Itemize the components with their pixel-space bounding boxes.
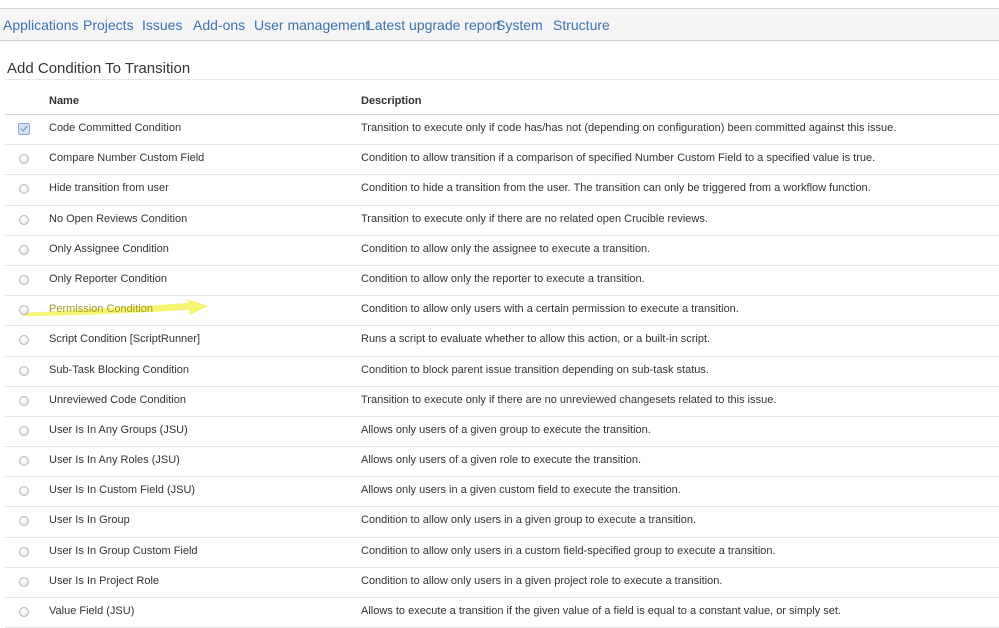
column-header-name: Name: [49, 95, 79, 107]
table-row[interactable]: User Is In Custom Field (JSU) Allows only…: [5, 477, 999, 508]
condition-radio[interactable]: [19, 335, 29, 346]
condition-radio[interactable]: [19, 607, 29, 617]
table-row[interactable]: Only Assignee Condition Condition to allo…: [5, 236, 999, 266]
top-strip: [0, 0, 999, 8]
table-row[interactable]: Unreviewed Code Condition Transition to e…: [5, 387, 999, 417]
table-row[interactable]: User Is In Any Groups (JSU) Allows only u…: [5, 417, 999, 448]
condition-name: Value Field (JSU): [49, 605, 135, 617]
condition-name: Code Committed Condition: [49, 122, 182, 134]
condition-checkbox-checked[interactable]: [18, 123, 30, 135]
table-row[interactable]: User Is In Group Condition to allow only …: [5, 507, 999, 538]
condition-radio[interactable]: [19, 214, 29, 225]
column-header-description: Description: [361, 95, 422, 107]
nav-issues[interactable]: Issues: [142, 17, 182, 33]
table-row[interactable]: User Is In Any Roles (JSU) Allows only us…: [5, 447, 999, 478]
condition-description: Allows only users of a given role to exe…: [361, 454, 642, 467]
table-header: Name Description: [5, 85, 999, 115]
condition-name: User Is In Group: [49, 514, 130, 527]
condition-radio[interactable]: [19, 395, 29, 406]
condition-description: Condition to allow only users with a cer…: [361, 303, 739, 316]
condition-name: User Is In Any Roles (JSU): [49, 454, 180, 467]
condition-name: Script Condition [ScriptRunner]: [49, 333, 201, 346]
condition-description: Condition to hide a transition from the …: [361, 182, 871, 195]
table-row[interactable]: Code Committed Condition Transition to ex…: [5, 115, 999, 146]
table-row[interactable]: Sub-Task Blocking Condition Condition to …: [5, 357, 999, 387]
condition-name: Only Reporter Condition: [49, 272, 168, 285]
condition-name: User Is In Group Custom Field: [49, 544, 198, 557]
condition-description: Allows to execute a transition if the gi…: [361, 605, 841, 617]
condition-name: No Open Reviews Condition: [49, 212, 188, 225]
nav-structure[interactable]: Structure: [553, 17, 610, 33]
condition-description: Condition to allow only users in a given…: [361, 574, 723, 587]
nav-applications[interactable]: Applications: [3, 17, 79, 33]
nav-add-ons[interactable]: Add-ons: [193, 17, 245, 33]
condition-name: Only Assignee Condition: [49, 242, 169, 255]
condition-description: Condition to allow only users in a custo…: [361, 544, 776, 557]
condition-description: Condition to allow only the reporter to …: [361, 272, 645, 285]
table-row[interactable]: No Open Reviews Condition Transition to e…: [5, 206, 999, 236]
condition-name: User Is In Any Groups (JSU): [49, 423, 188, 436]
condition-radio[interactable]: [19, 305, 29, 316]
table-row[interactable]: Value Field (JSU) Allows to execute a tra…: [5, 598, 999, 628]
condition-description: Condition to allow only users in a given…: [361, 514, 697, 527]
table-body: Code Committed Condition Transition to ex…: [5, 115, 999, 628]
condition-name: Sub-Task Blocking Condition: [49, 363, 190, 376]
condition-radio[interactable]: [19, 154, 29, 165]
nav-user-management[interactable]: User management: [254, 17, 369, 33]
condition-radio[interactable]: [19, 184, 29, 195]
condition-description: Condition to allow only the assignee to …: [361, 242, 651, 255]
condition-radio[interactable]: [19, 274, 29, 285]
table-row[interactable]: Script Condition [ScriptRunner] Runs a sc…: [5, 326, 999, 357]
condition-name: User Is In Custom Field (JSU): [49, 484, 196, 497]
condition-description: Transition to execute only if there are …: [361, 393, 777, 406]
condition-name: Compare Number Custom Field: [49, 152, 205, 165]
condition-radio[interactable]: [19, 365, 29, 376]
table-row[interactable]: Hide transition from user Condition to hi…: [5, 175, 999, 206]
condition-description: Condition to allow transition if a compa…: [361, 152, 876, 165]
page-title: Add Condition To Transition: [7, 60, 191, 77]
condition-name: User Is In Project Role: [49, 574, 160, 587]
nav-system[interactable]: System: [496, 17, 543, 33]
table-row[interactable]: User Is In Project Role Condition to allo…: [5, 568, 999, 598]
condition-name: Hide transition from user: [49, 182, 169, 195]
condition-description: Allows only users in a given custom fiel…: [361, 484, 681, 497]
condition-radio[interactable]: [19, 244, 29, 255]
table-row[interactable]: Only Reporter Condition Condition to allo…: [5, 266, 999, 297]
condition-radio[interactable]: [19, 516, 29, 527]
nav-projects[interactable]: Projects: [83, 17, 134, 33]
title-divider: [5, 79, 999, 80]
condition-description: Condition to block parent issue transiti…: [361, 363, 709, 376]
condition-description: Transition to execute only if there are …: [361, 212, 708, 225]
admin-nav-bar: Applications Projects Issues Add-ons Use…: [0, 8, 999, 41]
condition-description: Transition to execute only if code has/h…: [361, 122, 897, 134]
condition-description: Allows only users of a given group to ex…: [361, 423, 651, 436]
condition-name: Permission Condition: [49, 303, 153, 316]
table-row[interactable]: User Is In Group Custom Field Condition t…: [5, 538, 999, 568]
condition-radio[interactable]: [19, 576, 29, 587]
nav-latest-upgrade-report[interactable]: Latest upgrade report: [367, 17, 501, 33]
table-row[interactable]: Permission Condition Condition to allow o…: [5, 296, 999, 327]
conditions-table: Name Description Code Committed Conditio…: [5, 85, 999, 628]
condition-radio[interactable]: [19, 546, 29, 557]
condition-name: Unreviewed Code Condition: [49, 393, 186, 406]
table-row[interactable]: Compare Number Custom Field Condition to …: [5, 145, 999, 176]
condition-radio[interactable]: [19, 486, 29, 497]
condition-radio[interactable]: [19, 456, 29, 467]
condition-description: Runs a script to evaluate whether to all…: [361, 333, 711, 346]
condition-radio[interactable]: [19, 425, 29, 436]
